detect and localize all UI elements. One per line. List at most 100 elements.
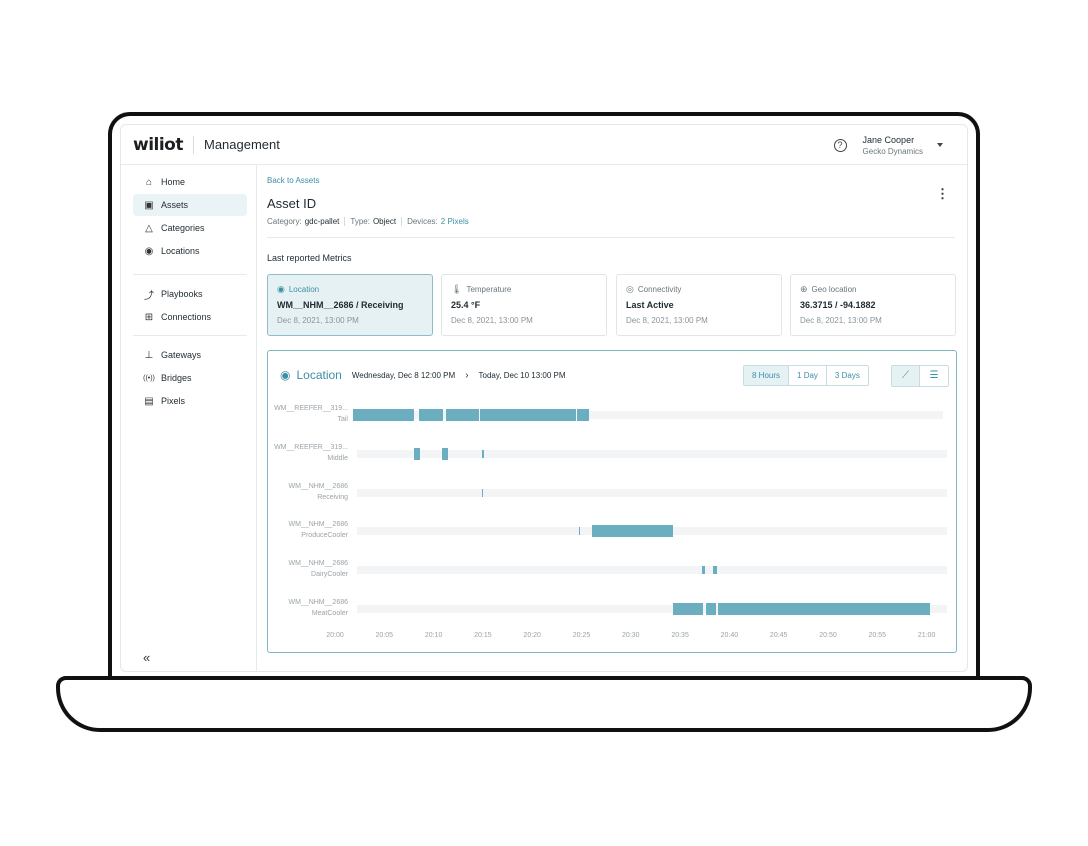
timeline-track — [357, 488, 947, 497]
user-name: Jane Cooper — [862, 134, 915, 145]
metric-value: WM__NHM__2686 / Receiving — [277, 300, 404, 310]
timeline-track — [357, 525, 947, 538]
pin-icon: ◉ — [144, 245, 154, 257]
metric-value: 25.4 °F — [451, 300, 481, 310]
help-icon[interactable]: ? — [833, 138, 847, 152]
pin-icon: ◉ — [280, 368, 291, 382]
metric-card-geo-location[interactable]: ⊕ Geo location 36.3715 / -94.1882 Dec 8, 20… — [790, 274, 956, 336]
crosshair-icon: ⊕ — [800, 284, 808, 294]
line-chart-icon[interactable]: ⟋ — [892, 366, 920, 386]
metric-card-connectivity[interactable]: ◎ Connectivity Last Active Dec 8, 2021, 13:… — [616, 274, 782, 336]
metric-timestamp: Dec 8, 2021, 13:00 PM — [451, 316, 533, 325]
chevron-right-icon: › — [465, 369, 469, 381]
metric-label: ◉ Location — [277, 284, 423, 295]
wiliot-logo[interactable]: wiliot — [133, 135, 184, 155]
presence-bar[interactable] — [419, 409, 443, 421]
track-label: WM__NHM__2686 ProduceCooler — [270, 519, 348, 541]
track-label: WM__NHM__2686 DairyCooler — [270, 558, 348, 580]
x-tick-label: 20:25 — [572, 632, 591, 639]
metric-card-temperature[interactable]: 🌡 Temperature 25.4 °F Dec 8, 2021, 13:00 PM — [441, 274, 607, 336]
type-label: Type: — [350, 217, 370, 226]
sidebar-item-home[interactable]: ⌂ Home — [133, 171, 247, 193]
view-toggle: ⟋ ☰ — [891, 365, 949, 387]
x-tick-label: 20:40 — [720, 632, 739, 639]
timeline-track — [357, 603, 947, 615]
devices-link[interactable]: 2 Pixels — [441, 217, 469, 226]
range-end[interactable]: Today, Dec 10 13:00 PM — [479, 371, 566, 380]
x-tick-label: 20:05 — [375, 632, 394, 639]
timeline-title: Location — [296, 368, 342, 382]
sidebar-item-pixels[interactable]: ▤ Pixels — [133, 390, 247, 412]
presence-bar[interactable] — [413, 447, 420, 460]
presence-bar[interactable] — [577, 409, 589, 421]
x-tick-label: 21:00 — [917, 632, 936, 639]
range-button-1-day[interactable]: 1 Day — [789, 366, 827, 385]
user-menu[interactable]: Jane Cooper Gecko Dynamics — [863, 135, 923, 156]
sidebar-item-label: Assets — [161, 200, 189, 210]
x-tick-label: 20:00 — [326, 632, 344, 639]
shapes-icon: △ — [145, 222, 153, 234]
sidebar-item-categories[interactable]: △ Categories — [133, 217, 247, 239]
pin-icon: ◉ — [277, 284, 285, 294]
track-area: Tail — [337, 416, 348, 423]
presence-bar[interactable] — [578, 527, 580, 536]
metric-timestamp: Dec 8, 2021, 13:00 PM — [277, 316, 359, 325]
nav-divider — [133, 274, 247, 275]
presence-bar[interactable] — [706, 603, 716, 615]
presence-bar[interactable] — [718, 603, 931, 615]
sidebar-item-locations[interactable]: ◉ Locations — [133, 240, 247, 262]
collapse-sidebar-button[interactable]: « — [143, 650, 150, 665]
x-tick-label: 20:45 — [769, 632, 788, 639]
metric-label: ◎ Connectivity — [626, 284, 772, 295]
metric-card-location[interactable]: ◉ Location WM__NHM__2686 / Receiving Dec 8,… — [267, 274, 433, 336]
range-start[interactable]: Wednesday, Dec 8 12:00 PM — [352, 371, 455, 380]
range-button-3-days[interactable]: 3 Days — [827, 366, 868, 385]
presence-bar[interactable] — [446, 409, 480, 421]
type-value: Object — [372, 217, 397, 226]
sidebar-item-label: Home — [161, 177, 186, 187]
back-to-assets-link[interactable]: Back to Assets — [267, 176, 319, 185]
track-area: DairyCooler — [311, 571, 348, 579]
presence-bar[interactable] — [480, 409, 577, 421]
sidebar-item-bridges[interactable]: ((•)) Bridges — [133, 367, 247, 389]
sidebar-item-playbooks[interactable]: ⤴ Playbooks — [133, 283, 247, 305]
timeline-track — [353, 409, 943, 421]
sidebar-item-label: Pixels — [161, 396, 186, 406]
chevron-down-icon[interactable] — [937, 143, 943, 147]
track-zone: WM__NHM__2686 — [288, 482, 348, 490]
presence-bar[interactable] — [713, 566, 717, 575]
sidebar-item-label: Locations — [161, 246, 200, 256]
list-icon[interactable]: ☰ — [920, 366, 948, 386]
thermometer-icon: 🌡 — [451, 284, 463, 294]
track-area: Middle — [327, 454, 348, 462]
divider — [267, 237, 955, 238]
presence-bar[interactable] — [482, 449, 485, 458]
metric-label-text: Connectivity — [637, 285, 682, 294]
more-options-icon[interactable]: ⋮ — [936, 187, 949, 200]
track-label: WM__REEFER__319... Middle — [270, 442, 348, 464]
devices-label: Devices: — [407, 217, 438, 226]
sidebar-item-connections[interactable]: ⊞ Connections — [133, 306, 247, 328]
timeline-header: ◉ Location Wednesday, Dec 8 12:00 PM › T… — [280, 368, 566, 382]
presence-bar[interactable] — [482, 488, 484, 497]
app-title: Management — [204, 137, 280, 152]
metric-timestamp: Dec 8, 2021, 13:00 PM — [800, 316, 882, 325]
metric-timestamp: Dec 8, 2021, 13:00 PM — [626, 316, 708, 325]
presence-bar[interactable] — [701, 566, 706, 575]
metric-label-text: Temperature — [466, 285, 512, 294]
metric-cards: ◉ Location WM__NHM__2686 / Receiving Dec 8,… — [267, 274, 956, 336]
presence-bar[interactable] — [441, 447, 448, 460]
presence-bar[interactable] — [673, 603, 703, 615]
track-area: Receiving — [317, 493, 348, 501]
sidebar-item-gateways[interactable]: ⊥ Gateways — [133, 344, 247, 366]
track-zone: WM__REEFER__319... — [274, 405, 348, 412]
presence-bar[interactable] — [591, 525, 674, 538]
x-tick-label: 20:20 — [523, 632, 541, 639]
metric-label-text: Location — [288, 285, 320, 294]
range-button-8-hours[interactable]: 8 Hours — [744, 366, 790, 385]
presence-bar[interactable] — [353, 409, 415, 421]
x-tick-label: 20:15 — [474, 632, 492, 639]
sidebar-item-assets[interactable]: ▣ Assets — [133, 194, 247, 216]
x-tick-label: 20:55 — [868, 632, 887, 639]
track-area: ProduceCooler — [301, 532, 348, 540]
